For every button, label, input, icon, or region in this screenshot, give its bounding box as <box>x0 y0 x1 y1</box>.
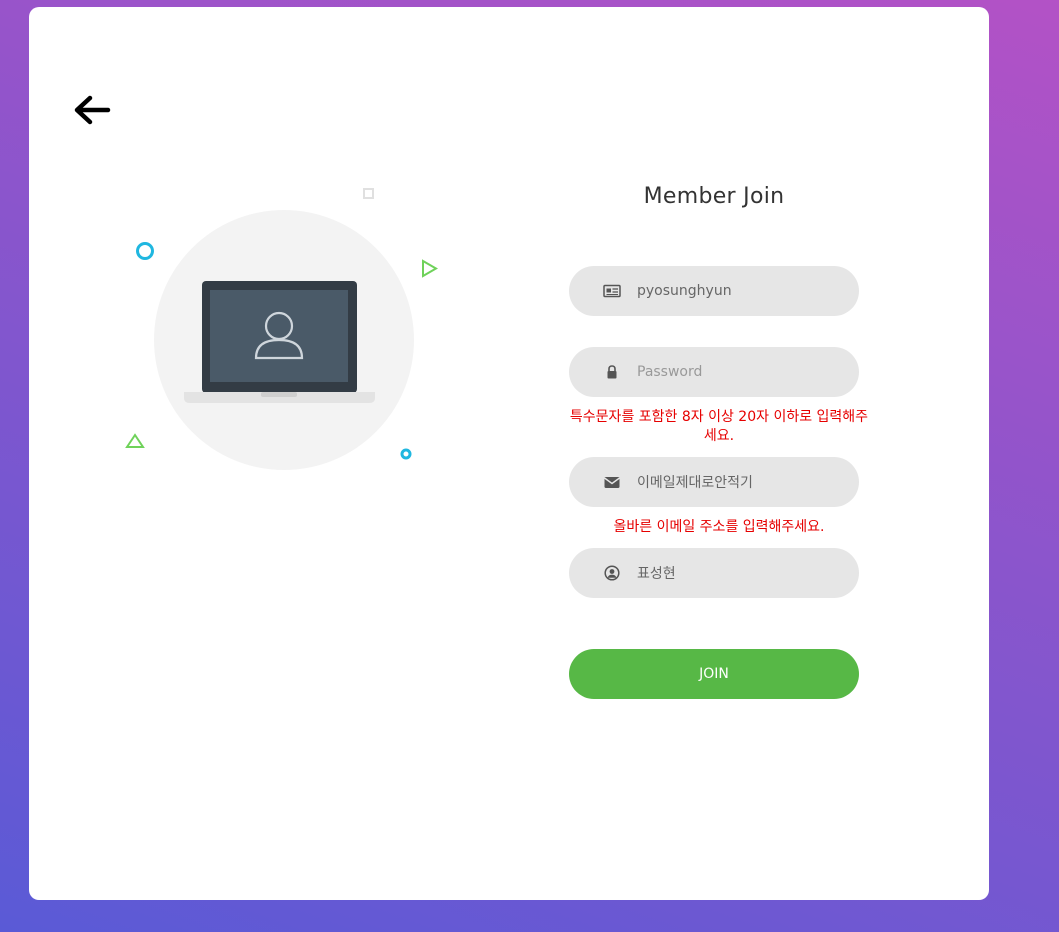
id-card-icon <box>603 284 621 298</box>
deco-triangle-up <box>125 433 145 448</box>
laptop-illustration <box>125 188 439 470</box>
laptop-screen <box>210 290 348 382</box>
join-button[interactable]: JOIN <box>569 649 859 699</box>
email-error: 올바른 이메일 주소를 입력해주세요. <box>613 519 825 535</box>
email-field[interactable] <box>569 457 859 507</box>
deco-circle-large <box>136 242 154 260</box>
id-input[interactable] <box>637 266 837 316</box>
id-field[interactable] <box>569 266 859 316</box>
user-circle-icon <box>604 565 620 581</box>
password-input[interactable] <box>637 347 837 397</box>
name-field[interactable] <box>569 548 859 598</box>
password-field[interactable] <box>569 347 859 397</box>
deco-circle-small <box>400 448 412 460</box>
email-input[interactable] <box>637 457 837 507</box>
lock-icon <box>607 365 617 379</box>
laptop-hinge <box>261 392 297 397</box>
deco-triangle-right <box>422 259 439 278</box>
name-input[interactable] <box>637 548 837 598</box>
page-title: Member Join <box>643 184 785 209</box>
password-error: 특수문자를 포함한 8자 이상 20자 이하로 입력해주세요. <box>569 409 869 444</box>
envelope-icon <box>604 477 620 488</box>
deco-square <box>363 188 374 199</box>
